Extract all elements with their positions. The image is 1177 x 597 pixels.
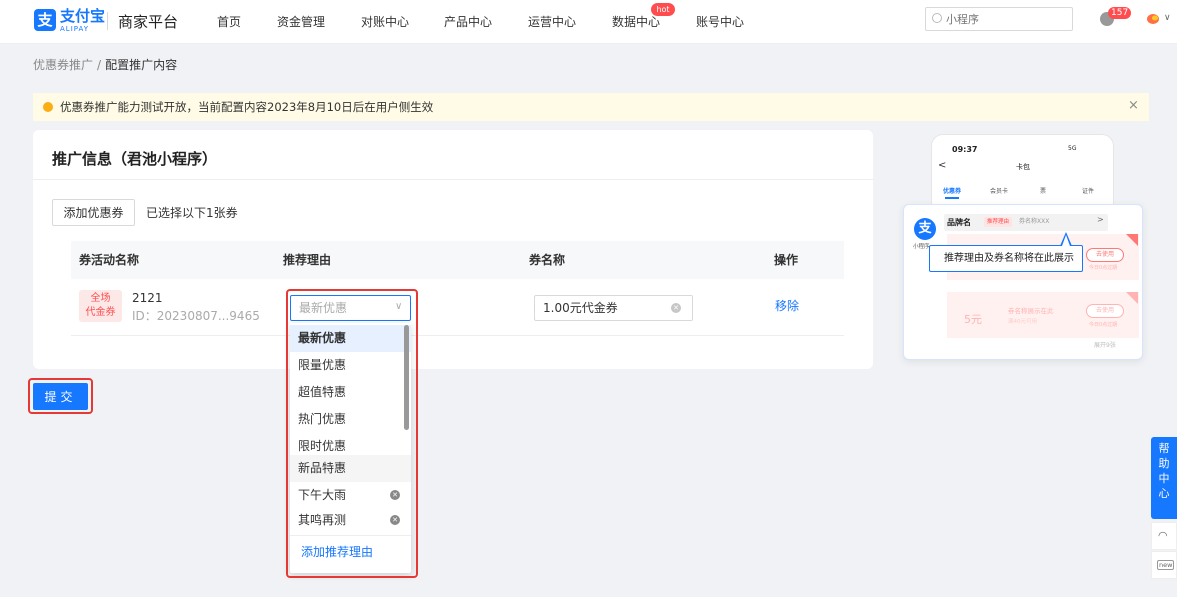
chevron-down-icon[interactable]: ∨ — [1164, 13, 1171, 23]
table-header: 券活动名称 推荐理由 券名称 操作 — [71, 241, 844, 279]
help-center-tab[interactable]: 帮助中心 — [1151, 437, 1177, 519]
phone-tab: 优惠券 — [943, 188, 962, 195]
nav-account[interactable]: 账号中心 — [696, 14, 744, 30]
nav-operations[interactable]: 运营中心 — [528, 14, 576, 30]
coupon-activity-id: ID：20230807...9465 — [132, 309, 260, 323]
top-nav-bar: 支 支付宝 ALIPAY 商家平台 首页 资金管理 对账中心 产品中心 运营中心… — [0, 0, 1177, 44]
logo-divider — [107, 12, 108, 30]
help-center-label: 帮助中心 — [1158, 442, 1170, 500]
table-row: 全场 代金券 2121 ID：20230807...9465 1.00元代金券 … — [71, 279, 844, 336]
preview-mini-label: 小程序 — [913, 244, 930, 250]
chevron-right-icon: > — [1097, 215, 1104, 224]
close-icon[interactable]: × — [1128, 98, 1139, 114]
tag-line-2: 代金券 — [85, 307, 116, 318]
coupon-name-input[interactable]: 1.00元代金券 ✕ — [534, 295, 693, 321]
alipay-logo-sub: ALIPAY — [60, 25, 90, 33]
avatar-icon[interactable] — [1146, 13, 1162, 25]
new-feature-button[interactable]: new — [1151, 551, 1177, 579]
selected-count-text: 已选择以下1张券 — [146, 206, 238, 220]
remove-link[interactable]: 移除 — [775, 299, 799, 313]
notice-alert: 优惠券推广能力测试开放，当前配置内容2023年8月10日后在用户侧生效 × — [33, 93, 1149, 121]
nav-products[interactable]: 产品中心 — [444, 14, 492, 30]
nav-reconciliation[interactable]: 对账中心 — [361, 14, 409, 30]
preview-reason-tag: 推荐理由 — [984, 217, 1013, 227]
alipay-logo-text[interactable]: 支付宝 — [60, 8, 105, 24]
preview-amount: 5元 — [964, 313, 982, 326]
search-input[interactable] — [946, 11, 1066, 27]
alert-text: 优惠券推广能力测试开放，当前配置内容2023年8月10日后在用户侧生效 — [60, 100, 434, 114]
nav-funds[interactable]: 资金管理 — [277, 14, 325, 30]
clear-icon[interactable]: ✕ — [671, 303, 681, 313]
column-header: 操作 — [774, 253, 799, 267]
promotion-info-card: 推广信息（君池小程序） 添加优惠券 已选择以下1张券 券活动名称 推荐理由 券名… — [33, 130, 873, 369]
coupon-activity-name: 2121 — [132, 291, 163, 305]
platform-title: 商家平台 — [118, 13, 179, 31]
alipay-logo-icon: 支 — [914, 218, 936, 240]
breadcrumb-parent[interactable]: 优惠券推广 — [33, 58, 93, 72]
breadcrumb: 优惠券推广 / 配置推广内容 — [33, 57, 177, 73]
tab-underline — [945, 197, 959, 199]
alipay-logo-icon[interactable]: 支 — [34, 9, 56, 31]
column-header: 推荐理由 — [283, 253, 332, 267]
breadcrumb-separator: / — [97, 58, 102, 72]
tag-line-1: 全场 — [90, 293, 111, 304]
search-icon — [932, 13, 942, 23]
preview-use-button: 去使用 — [1086, 304, 1124, 318]
preview-brand: 品牌名 — [947, 218, 971, 227]
preview-card-condition: 满40元可用 — [1008, 319, 1037, 325]
notification-count-badge: 157 — [1108, 7, 1132, 19]
phone-page-title: 卡包 — [1016, 163, 1030, 171]
tooltip-text: 推荐理由及券名称将在此展示 — [944, 253, 1074, 264]
nav-home[interactable]: 首页 — [217, 14, 241, 30]
tooltip-pointer-inner — [1062, 235, 1070, 246]
highlight-box-dropdown — [286, 289, 418, 578]
coupon-name-value: 1.00元代金券 — [543, 301, 618, 315]
card-title: 推广信息（君池小程序） — [52, 150, 218, 168]
highlight-box-submit — [28, 378, 93, 414]
chevron-left-icon: < — [938, 160, 947, 171]
phone-tab: 票 — [1040, 188, 1047, 195]
preview-tooltip: 推荐理由及券名称将在此展示 — [929, 245, 1083, 272]
column-header: 券名称 — [529, 253, 566, 267]
help-tool-button[interactable]: ◠ — [1151, 522, 1177, 550]
new-icon: new — [1157, 560, 1175, 570]
divider — [33, 179, 873, 180]
breadcrumb-current: 配置推广内容 — [105, 58, 178, 72]
search-box[interactable] — [925, 7, 1073, 31]
preview-expire-text: 今日0点过期 — [1089, 265, 1118, 271]
phone-status: 5G — [1068, 145, 1077, 152]
coupon-preview-panel: 支 小程序 品牌名 推荐理由 券名称XXX > 去使用 今日0点过期 5元 券名… — [903, 204, 1143, 360]
corner-mark-icon — [1126, 234, 1138, 246]
phone-tab: 证件 — [1082, 188, 1095, 195]
corner-mark-icon — [1126, 292, 1138, 304]
preview-coupon-name: 券名称XXX — [1019, 218, 1050, 225]
phone-time: 09:37 — [952, 145, 978, 154]
headset-icon: ◠ — [1158, 529, 1168, 542]
preview-card-name: 券名称展示在此 — [1008, 307, 1054, 315]
add-coupon-button[interactable]: 添加优惠券 — [52, 199, 135, 226]
column-header: 券活动名称 — [79, 253, 140, 267]
phone-tab: 会员卡 — [990, 188, 1009, 195]
nav-data[interactable]: 数据中心 — [612, 14, 660, 30]
warning-icon — [43, 102, 53, 112]
hot-badge: hot — [651, 3, 675, 16]
preview-expire-text: 今日0点过期 — [1089, 322, 1118, 328]
preview-use-button: 去使用 — [1086, 248, 1124, 262]
coupon-type-tag: 全场 代金券 — [79, 290, 122, 322]
preview-expand-text: 展开9张 — [1094, 342, 1116, 349]
